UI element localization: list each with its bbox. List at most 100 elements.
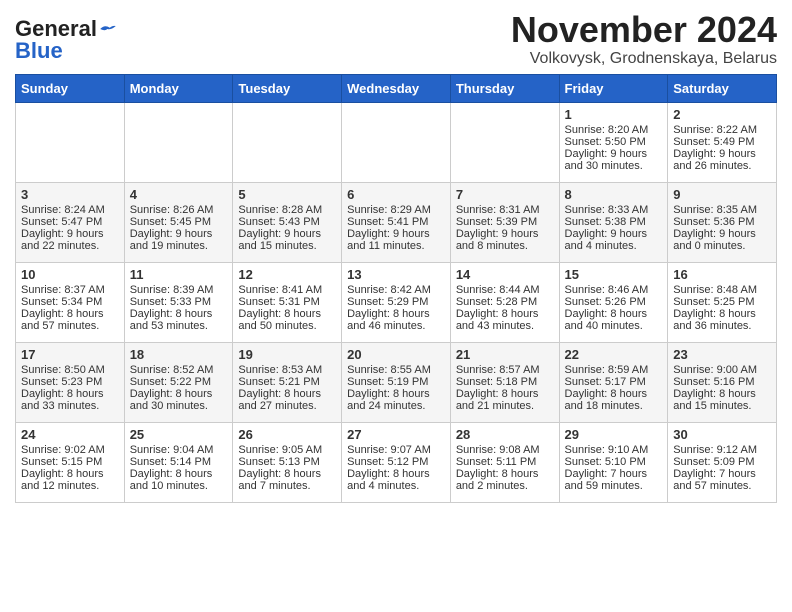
day-info: Daylight: 8 hours	[21, 468, 119, 480]
calendar-cell: 4Sunrise: 8:26 AMSunset: 5:45 PMDaylight…	[124, 182, 233, 262]
day-info: and 2 minutes.	[456, 480, 554, 492]
calendar-cell: 9Sunrise: 8:35 AMSunset: 5:36 PMDaylight…	[668, 182, 777, 262]
day-info: Daylight: 8 hours	[456, 308, 554, 320]
day-info: and 57 minutes.	[21, 320, 119, 332]
subtitle: Volkovysk, Grodnenskaya, Belarus	[511, 50, 777, 68]
calendar-cell: 2Sunrise: 8:22 AMSunset: 5:49 PMDaylight…	[668, 102, 777, 182]
day-number: 4	[130, 187, 228, 202]
day-info: and 36 minutes.	[673, 320, 771, 332]
calendar-cell	[450, 102, 559, 182]
day-info: Sunset: 5:45 PM	[130, 216, 228, 228]
calendar-cell: 3Sunrise: 8:24 AMSunset: 5:47 PMDaylight…	[16, 182, 125, 262]
day-info: and 4 minutes.	[565, 240, 663, 252]
day-info: Daylight: 8 hours	[238, 308, 336, 320]
day-info: Sunset: 5:16 PM	[673, 376, 771, 388]
day-info: and 24 minutes.	[347, 400, 445, 412]
day-info: Sunrise: 8:29 AM	[347, 204, 445, 216]
calendar-cell: 8Sunrise: 8:33 AMSunset: 5:38 PMDaylight…	[559, 182, 668, 262]
calendar-cell: 17Sunrise: 8:50 AMSunset: 5:23 PMDayligh…	[16, 342, 125, 422]
week-row-4: 17Sunrise: 8:50 AMSunset: 5:23 PMDayligh…	[16, 342, 777, 422]
day-info: Daylight: 9 hours	[673, 148, 771, 160]
day-info: Daylight: 8 hours	[673, 388, 771, 400]
calendar-table: SundayMondayTuesdayWednesdayThursdayFrid…	[15, 74, 777, 503]
calendar-cell: 21Sunrise: 8:57 AMSunset: 5:18 PMDayligh…	[450, 342, 559, 422]
day-number: 15	[565, 267, 663, 282]
logo-bird-icon	[99, 22, 117, 36]
header-saturday: Saturday	[668, 74, 777, 102]
day-info: and 22 minutes.	[21, 240, 119, 252]
day-info: Sunrise: 9:00 AM	[673, 364, 771, 376]
day-info: Sunset: 5:33 PM	[130, 296, 228, 308]
day-info: Sunrise: 8:52 AM	[130, 364, 228, 376]
day-info: Sunset: 5:13 PM	[238, 456, 336, 468]
week-row-2: 3Sunrise: 8:24 AMSunset: 5:47 PMDaylight…	[16, 182, 777, 262]
calendar-cell: 7Sunrise: 8:31 AMSunset: 5:39 PMDaylight…	[450, 182, 559, 262]
day-info: Sunset: 5:43 PM	[238, 216, 336, 228]
day-info: and 18 minutes.	[565, 400, 663, 412]
day-number: 8	[565, 187, 663, 202]
calendar-cell: 5Sunrise: 8:28 AMSunset: 5:43 PMDaylight…	[233, 182, 342, 262]
day-info: and 46 minutes.	[347, 320, 445, 332]
day-info: Sunset: 5:19 PM	[347, 376, 445, 388]
day-number: 12	[238, 267, 336, 282]
day-info: Sunset: 5:25 PM	[673, 296, 771, 308]
day-info: Daylight: 9 hours	[565, 228, 663, 240]
calendar-cell: 6Sunrise: 8:29 AMSunset: 5:41 PMDaylight…	[342, 182, 451, 262]
day-info: Sunset: 5:31 PM	[238, 296, 336, 308]
day-info: Daylight: 9 hours	[130, 228, 228, 240]
calendar-header: SundayMondayTuesdayWednesdayThursdayFrid…	[16, 74, 777, 102]
day-number: 21	[456, 347, 554, 362]
day-info: Daylight: 9 hours	[565, 148, 663, 160]
day-number: 3	[21, 187, 119, 202]
day-info: Daylight: 9 hours	[456, 228, 554, 240]
day-info: Sunrise: 8:35 AM	[673, 204, 771, 216]
day-info: Sunset: 5:36 PM	[673, 216, 771, 228]
day-info: Sunset: 5:34 PM	[21, 296, 119, 308]
day-info: Sunset: 5:10 PM	[565, 456, 663, 468]
day-info: Sunrise: 8:57 AM	[456, 364, 554, 376]
day-info: Sunrise: 8:59 AM	[565, 364, 663, 376]
calendar-cell: 23 Sunrise: 9:00 AMSunset: 5:16 PMDayligh…	[668, 342, 777, 422]
calendar-cell: 25Sunrise: 9:04 AMSunset: 5:14 PMDayligh…	[124, 422, 233, 502]
day-number: 29	[565, 427, 663, 442]
day-info: Sunrise: 8:48 AM	[673, 284, 771, 296]
day-number: 7	[456, 187, 554, 202]
header-monday: Monday	[124, 74, 233, 102]
week-row-3: 10Sunrise: 8:37 AMSunset: 5:34 PMDayligh…	[16, 262, 777, 342]
day-info: and 11 minutes.	[347, 240, 445, 252]
day-info: and 12 minutes.	[21, 480, 119, 492]
day-info: Sunset: 5:29 PM	[347, 296, 445, 308]
day-info: Daylight: 8 hours	[347, 468, 445, 480]
day-number: 11	[130, 267, 228, 282]
header-wednesday: Wednesday	[342, 74, 451, 102]
calendar-cell: 26Sunrise: 9:05 AMSunset: 5:13 PMDayligh…	[233, 422, 342, 502]
calendar-cell: 15Sunrise: 8:46 AMSunset: 5:26 PMDayligh…	[559, 262, 668, 342]
header-sunday: Sunday	[16, 74, 125, 102]
day-number: 28	[456, 427, 554, 442]
day-info: Sunset: 5:15 PM	[21, 456, 119, 468]
day-info: Sunrise: 8:50 AM	[21, 364, 119, 376]
day-info: Daylight: 9 hours	[21, 228, 119, 240]
day-info: Daylight: 8 hours	[130, 468, 228, 480]
day-info: Sunrise: 8:22 AM	[673, 124, 771, 136]
day-info: Sunset: 5:18 PM	[456, 376, 554, 388]
day-info: Sunrise: 9:02 AM	[21, 444, 119, 456]
day-info: Sunrise: 9:12 AM	[673, 444, 771, 456]
day-number: 19	[238, 347, 336, 362]
day-info: Sunset: 5:21 PM	[238, 376, 336, 388]
day-info: Sunset: 5:14 PM	[130, 456, 228, 468]
month-title: November 2024	[511, 10, 777, 50]
day-info: Daylight: 8 hours	[673, 308, 771, 320]
day-info: Sunset: 5:41 PM	[347, 216, 445, 228]
day-info: Sunset: 5:17 PM	[565, 376, 663, 388]
day-number: 22	[565, 347, 663, 362]
day-number: 23	[673, 347, 771, 362]
day-info: Sunrise: 9:07 AM	[347, 444, 445, 456]
day-info: Sunrise: 9:10 AM	[565, 444, 663, 456]
day-info: Sunrise: 8:20 AM	[565, 124, 663, 136]
day-info: Sunrise: 8:42 AM	[347, 284, 445, 296]
calendar-cell: 11Sunrise: 8:39 AMSunset: 5:33 PMDayligh…	[124, 262, 233, 342]
day-info: Daylight: 8 hours	[565, 388, 663, 400]
day-info: Sunset: 5:12 PM	[347, 456, 445, 468]
calendar-cell: 1Sunrise: 8:20 AMSunset: 5:50 PMDaylight…	[559, 102, 668, 182]
